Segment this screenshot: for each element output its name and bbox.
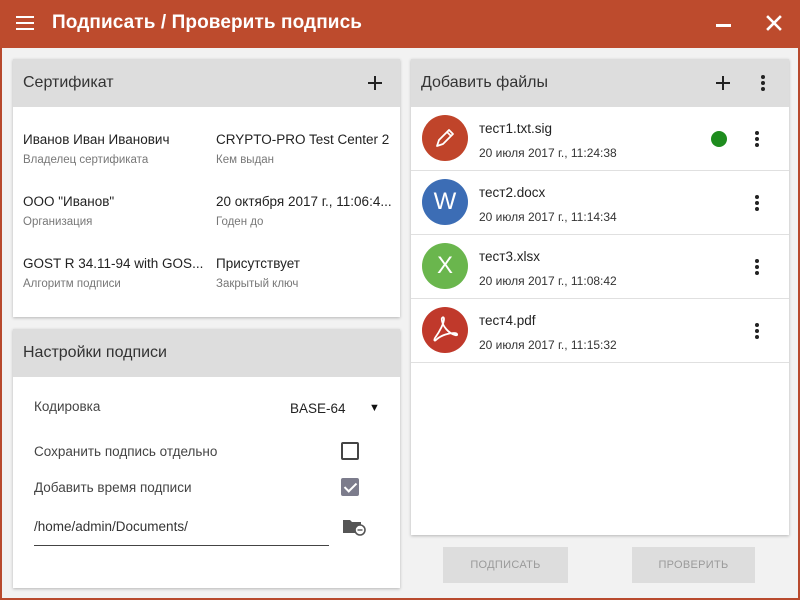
add-time-checkbox[interactable] <box>341 478 359 496</box>
file-row[interactable]: тест1.txt.sig 20 июля 2017 г., 11:24:38 <box>411 107 789 171</box>
cert-valid-to-value: 20 октября 2017 г., 11:06:4... <box>216 194 392 209</box>
cert-algorithm-label: Алгоритм подписи <box>23 278 121 290</box>
save-separately-label: Сохранить подпись отдельно <box>34 444 218 459</box>
file-more-icon[interactable] <box>749 257 765 277</box>
minimize-icon[interactable] <box>714 14 734 34</box>
cert-issuer-value: CRYPTO-PRO Test Center 2 <box>216 132 390 147</box>
add-certificate-plus-icon[interactable] <box>364 72 386 94</box>
word-doc-icon: W <box>422 179 468 225</box>
file-row[interactable]: X тест3.xlsx 20 июля 2017 г., 11:08:42 <box>411 235 789 299</box>
settings-title: Настройки подписи <box>23 344 167 361</box>
folder-browse-icon[interactable] <box>341 515 367 537</box>
file-more-icon[interactable] <box>749 129 765 149</box>
file-name: тест1.txt.sig <box>479 121 552 136</box>
title-bar: Подписать / Проверить подпись <box>0 0 800 48</box>
excel-sheet-icon: X <box>422 243 468 289</box>
file-row[interactable]: тест4.pdf 20 июля 2017 г., 11:15:32 <box>411 299 789 363</box>
cert-owner-value: Иванов Иван Иванович <box>23 132 170 147</box>
file-row[interactable]: W тест2.docx 20 июля 2017 г., 11:14:34 <box>411 171 789 235</box>
cert-org-label: Организация <box>23 216 93 228</box>
cert-algorithm-value: GOST R 34.11-94 with GOS... <box>23 256 204 271</box>
encoding-select[interactable]: BASE-64 ▼ <box>283 397 383 419</box>
file-name: тест4.pdf <box>479 313 536 328</box>
add-time-label: Добавить время подписи <box>34 480 192 495</box>
file-date: 20 июля 2017 г., 11:08:42 <box>479 274 617 288</box>
certificate-title: Сертификат <box>23 74 114 91</box>
file-more-icon[interactable] <box>749 193 765 213</box>
status-green-dot <box>711 131 727 147</box>
cert-valid-to-label: Годен до <box>216 216 264 228</box>
file-date: 20 июля 2017 г., 11:24:38 <box>479 146 617 160</box>
encoding-label: Кодировка <box>34 399 101 414</box>
add-file-plus-icon[interactable] <box>712 72 734 94</box>
cert-org-value: ООО "Иванов" <box>23 194 115 209</box>
file-date: 20 июля 2017 г., 11:15:32 <box>479 338 617 352</box>
save-separately-checkbox[interactable] <box>341 442 359 460</box>
cert-private-key-value: Присутствует <box>216 256 300 271</box>
dropdown-arrow-icon: ▼ <box>369 402 380 414</box>
output-path-input[interactable] <box>34 515 324 537</box>
pencil-icon <box>422 115 468 161</box>
sign-button[interactable]: ПОДПИСАТЬ <box>443 547 568 583</box>
files-more-icon[interactable] <box>755 73 771 93</box>
cert-owner-label: Владелец сертификата <box>23 154 149 166</box>
window-title: Подписать / Проверить подпись <box>52 12 363 33</box>
close-icon[interactable] <box>763 12 785 34</box>
acrobat-icon <box>422 307 468 353</box>
signature-settings-card: Настройки подписи Кодировка BASE-64 ▼ Со… <box>13 329 400 588</box>
files-card: Добавить файлы тест1.txt.sig 20 июля 201… <box>411 59 789 535</box>
file-name: тест3.xlsx <box>479 249 540 264</box>
cert-private-key-label: Закрытый ключ <box>216 278 299 290</box>
path-input-underline <box>34 545 329 546</box>
cert-issuer-label: Кем выдан <box>216 154 275 166</box>
main-content: Сертификат Иванов Иван Иванович Владелец… <box>2 48 798 598</box>
certificate-card: Сертификат Иванов Иван Иванович Владелец… <box>13 59 400 317</box>
files-header: Добавить файлы <box>411 59 789 107</box>
verify-button[interactable]: ПРОВЕРИТЬ <box>632 547 755 583</box>
app-window: Подписать / Проверить подпись Сертификат… <box>0 0 800 600</box>
hamburger-menu-icon[interactable] <box>16 15 34 31</box>
encoding-value: BASE-64 <box>290 401 346 416</box>
file-date: 20 июля 2017 г., 11:14:34 <box>479 210 617 224</box>
file-name: тест2.docx <box>479 185 546 200</box>
settings-header: Настройки подписи <box>13 329 400 377</box>
certificate-header: Сертификат <box>13 59 400 107</box>
files-title: Добавить файлы <box>421 74 548 91</box>
file-more-icon[interactable] <box>749 321 765 341</box>
